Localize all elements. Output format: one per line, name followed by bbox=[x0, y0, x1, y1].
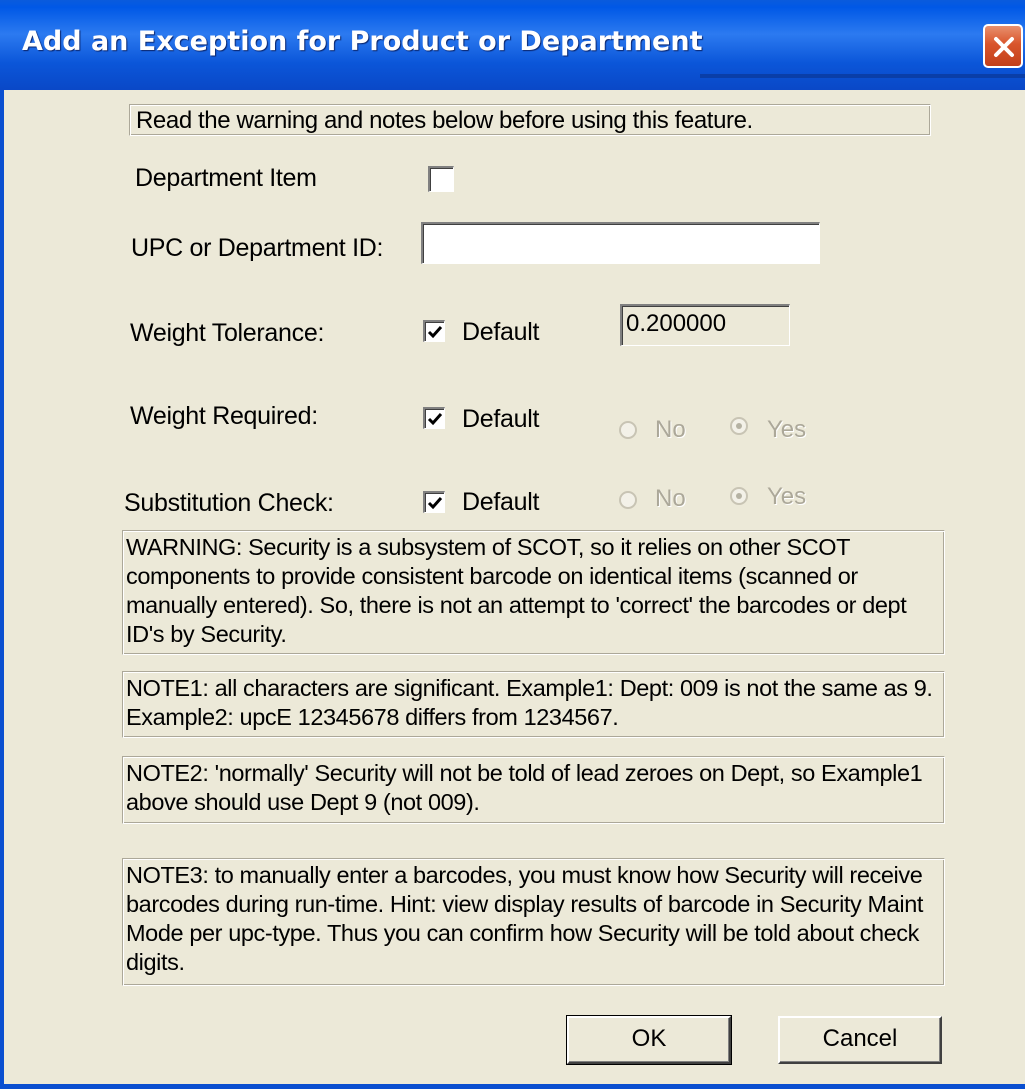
weight-required-default-label[interactable]: Default bbox=[462, 405, 539, 434]
note1-text: NOTE1: all characters are significant. E… bbox=[126, 675, 933, 730]
title-bar-underline bbox=[700, 74, 1025, 78]
substitution-check-no-radio[interactable] bbox=[619, 491, 637, 509]
close-button[interactable] bbox=[983, 24, 1023, 68]
substitution-check-yes-label[interactable]: Yes bbox=[767, 483, 806, 511]
weight-tolerance-default-label[interactable]: Default bbox=[462, 318, 539, 347]
substitution-check-default-checkbox[interactable] bbox=[423, 491, 445, 513]
note1-panel: NOTE1: all characters are significant. E… bbox=[122, 671, 945, 738]
weight-tolerance-value-field: 0.200000 bbox=[620, 304, 790, 346]
checkmark-icon bbox=[427, 413, 443, 426]
warning-panel: WARNING: Security is a subsystem of SCOT… bbox=[122, 530, 945, 655]
substitution-check-default-label[interactable]: Default bbox=[462, 488, 539, 517]
weight-tolerance-default-checkbox[interactable] bbox=[423, 320, 445, 342]
substitution-check-no-label[interactable]: No bbox=[655, 485, 686, 513]
window-bottom-border bbox=[0, 1084, 1025, 1089]
note3-text: NOTE3: to manually enter a barcodes, you… bbox=[126, 862, 923, 975]
header-note-text: Read the warning and notes below before … bbox=[136, 107, 753, 134]
checkmark-icon bbox=[427, 326, 443, 339]
weight-tolerance-value: 0.200000 bbox=[626, 310, 727, 337]
weight-required-yes-label[interactable]: Yes bbox=[767, 416, 806, 444]
note2-text: NOTE2: 'normally' Security will not be t… bbox=[126, 760, 923, 815]
cancel-button-label: Cancel bbox=[822, 1025, 898, 1052]
department-item-label: Department Item bbox=[135, 164, 317, 192]
weight-required-default-checkbox[interactable] bbox=[423, 407, 445, 429]
ok-button[interactable]: OK bbox=[566, 1015, 732, 1065]
warning-text: WARNING: Security is a subsystem of SCOT… bbox=[126, 534, 907, 647]
weight-required-yes-radio[interactable] bbox=[730, 417, 748, 435]
cancel-button[interactable]: Cancel bbox=[778, 1016, 942, 1064]
weight-required-no-label[interactable]: No bbox=[655, 416, 686, 444]
weight-required-no-radio[interactable] bbox=[619, 421, 637, 439]
weight-tolerance-label: Weight Tolerance: bbox=[130, 319, 325, 347]
substitution-check-yes-radio[interactable] bbox=[730, 487, 748, 505]
note2-panel: NOTE2: 'normally' Security will not be t… bbox=[122, 756, 945, 824]
upc-label: UPC or Department ID: bbox=[131, 234, 384, 262]
ok-button-label: OK bbox=[631, 1025, 667, 1052]
note3-panel: NOTE3: to manually enter a barcodes, you… bbox=[122, 858, 945, 986]
checkmark-icon bbox=[427, 497, 443, 510]
dialog-window: Add an Exception for Product or Departme… bbox=[0, 0, 1025, 1089]
department-item-checkbox[interactable] bbox=[428, 166, 454, 192]
header-note-panel: Read the warning and notes below before … bbox=[129, 104, 931, 136]
window-left-border bbox=[0, 90, 4, 1089]
window-title: Add an Exception for Product or Departme… bbox=[22, 26, 703, 57]
close-icon bbox=[994, 37, 1014, 57]
upc-input[interactable] bbox=[421, 222, 820, 264]
substitution-check-label: Substitution Check: bbox=[124, 489, 334, 517]
weight-required-label: Weight Required: bbox=[130, 402, 318, 430]
